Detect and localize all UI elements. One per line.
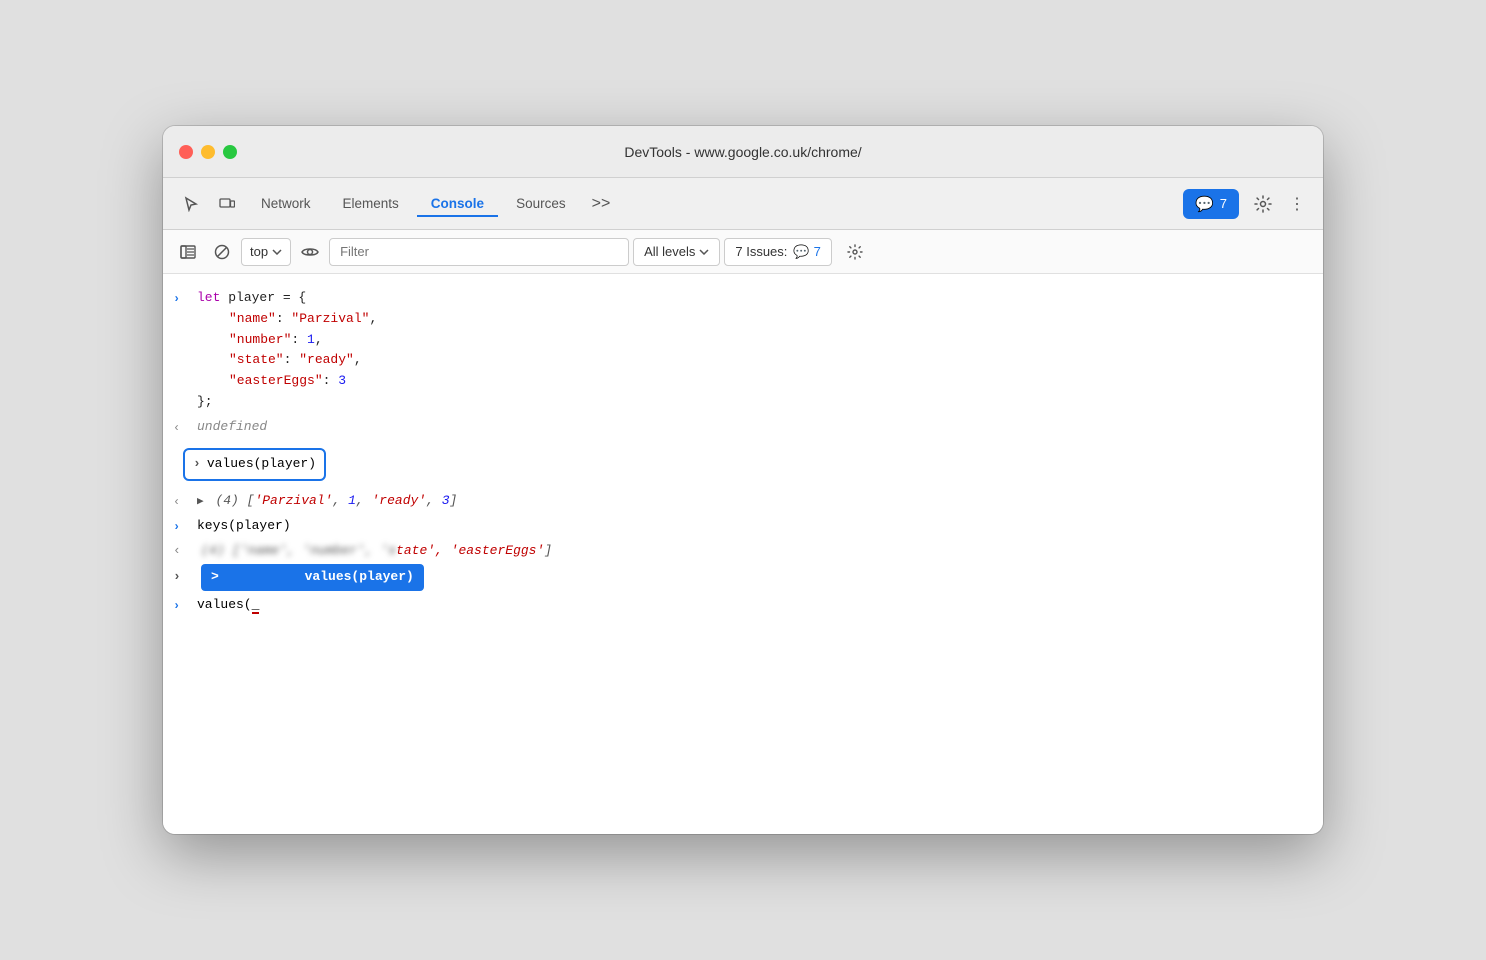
console-output-area: › let player = { "name": "Parzival", "nu… [163, 274, 1323, 834]
vertical-dots-icon: ⋮ [1289, 194, 1305, 214]
output-arrow-gutter: ‹ [173, 417, 193, 438]
current-input-entry: › values(_ [163, 593, 1323, 618]
code-block-entry: › let player = { "name": "Parzival", "nu… [163, 286, 1323, 415]
undefined-value: undefined [197, 419, 267, 434]
keys-result-text: (4) ['name', 'number', 's [201, 541, 396, 562]
context-selector[interactable]: top [241, 238, 291, 266]
keys-bracket: ] [544, 541, 552, 562]
array-result-content: ▶ (4) ['Parzival', 1, 'ready', 3] [193, 491, 1313, 512]
code-content: let player = { "name": "Parzival", "numb… [193, 288, 1313, 413]
levels-label: All levels [644, 244, 695, 259]
levels-arrow-icon [699, 249, 709, 255]
settings-button[interactable] [1247, 188, 1279, 220]
result-count: (4) [ [215, 493, 254, 508]
settings-gear-icon [847, 244, 863, 260]
responsive-icon [219, 196, 235, 212]
result-arrow: ‹ [173, 541, 193, 562]
minimize-button[interactable] [201, 145, 215, 159]
cursor-tool-button[interactable] [175, 188, 207, 220]
tab-bar: Network Elements Console Sources >> 💬 7 … [163, 178, 1323, 230]
field-easter-eggs: "easterEggs": 3 [197, 371, 346, 392]
current-input-gutter: › [173, 595, 193, 616]
issues-badge: 💬 7 [793, 244, 820, 260]
maximize-button[interactable] [223, 145, 237, 159]
highlighted-command: › values(player) [183, 448, 326, 481]
entry-arrow: › [173, 288, 193, 309]
field-state: "state": "ready", [197, 350, 362, 371]
autocomplete-row: › > values(player) [173, 564, 1313, 591]
devtools-window: DevTools - www.google.co.uk/chrome/ Netw… [163, 126, 1323, 834]
issues-chat-icon: 💬 [793, 244, 809, 260]
eye-icon [301, 246, 319, 258]
current-input-content: values(_ [193, 595, 1313, 616]
autocomplete-suggestion[interactable]: > values(player) [201, 564, 424, 591]
console-toolbar: top All levels 7 Issues: 💬 7 [163, 230, 1323, 274]
field-name: "name": "Parzival", [197, 309, 377, 330]
array-result-gutter: ‹ [173, 491, 193, 512]
window-controls [179, 145, 237, 159]
issues-button[interactable]: 7 Issues: 💬 7 [724, 238, 831, 266]
cursor-icon [183, 196, 199, 212]
issues-badge-button[interactable]: 💬 7 [1183, 189, 1239, 219]
expand-triangle[interactable]: ▶ [197, 496, 204, 508]
title-bar: DevTools - www.google.co.uk/chrome/ [163, 126, 1323, 178]
device-toggle-button[interactable] [211, 188, 243, 220]
badge-count: 7 [1220, 196, 1227, 211]
keys-player-entry: › keys(player) [163, 514, 1323, 539]
issues-count: 7 [814, 244, 821, 259]
sidebar-icon [180, 245, 196, 259]
input-arrow-highlight: › [193, 454, 201, 475]
log-levels-button[interactable]: All levels [633, 238, 720, 266]
keys-result-area: ‹ (4) ['name', 'number', 'state', 'easte… [163, 539, 1323, 593]
close-button[interactable] [179, 145, 193, 159]
console-settings-button[interactable] [840, 237, 870, 267]
keys-result-rest: tate', 'easterEggs' [396, 541, 544, 562]
undefined-content: undefined [193, 417, 1313, 438]
eye-icon-button[interactable] [295, 237, 325, 267]
current-input-text: values( [197, 597, 252, 612]
closing-brace: }; [197, 394, 213, 409]
block-icon-button[interactable] [207, 237, 237, 267]
keys-content: keys(player) [193, 516, 1313, 537]
autocomplete-arrow: › [173, 567, 193, 588]
issues-text: 7 Issues: [735, 244, 787, 259]
more-tabs-button[interactable]: >> [584, 191, 619, 217]
tab-elements[interactable]: Elements [329, 190, 413, 217]
undefined-result-entry: ‹ undefined [163, 415, 1323, 440]
dropdown-arrow-icon [272, 249, 282, 255]
context-label: top [250, 244, 268, 259]
keys-result-row: ‹ (4) ['name', 'number', 'state', 'easte… [173, 541, 1313, 562]
more-options-button[interactable]: ⋮ [1283, 190, 1311, 218]
cursor-underline: _ [252, 597, 260, 614]
keyword-let: let [197, 290, 220, 305]
tab-sources[interactable]: Sources [502, 190, 580, 217]
block-icon [214, 244, 230, 260]
tab-console[interactable]: Console [417, 190, 498, 217]
gear-icon [1254, 195, 1272, 213]
clear-console-button[interactable] [173, 237, 203, 267]
keys-gutter: › [173, 516, 193, 537]
highlighted-text: values(player) [207, 454, 316, 475]
filter-input[interactable] [329, 238, 629, 266]
tab-network[interactable]: Network [247, 190, 325, 217]
window-title: DevTools - www.google.co.uk/chrome/ [624, 144, 861, 160]
values-player-entry: › values(player) [163, 440, 1323, 489]
chat-icon: 💬 [1195, 195, 1214, 213]
field-number: "number": 1, [197, 330, 323, 351]
keys-command: keys(player) [197, 518, 291, 533]
array-result-entry: ‹ ▶ (4) ['Parzival', 1, 'ready', 3] [163, 489, 1323, 514]
